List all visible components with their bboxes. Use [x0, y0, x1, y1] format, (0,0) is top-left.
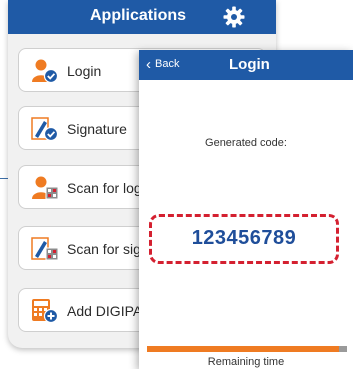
otp-code: 123456789	[191, 227, 297, 249]
login-title: Login	[229, 56, 270, 73]
user-check-icon	[32, 59, 59, 84]
app-scan-login-label: Scan for logi	[67, 180, 145, 196]
remaining-time-label: Remaining time	[207, 356, 285, 368]
remaining-time-bar	[147, 346, 347, 352]
remaining-time-fill	[147, 346, 339, 352]
user-scan-icon	[32, 176, 59, 200]
chevron-left-icon: ‹	[146, 56, 151, 73]
generated-code-label: Generated code:	[205, 137, 287, 149]
app-login-label: Login	[67, 63, 102, 79]
back-label: Back	[155, 58, 180, 70]
pen-scan-icon	[31, 237, 59, 261]
login-code-screen: ‹ Back Login Generated code: 123456789 R…	[139, 50, 353, 369]
app-signature-label: Signature	[67, 121, 127, 137]
pen-check-icon	[31, 117, 59, 142]
gear-icon[interactable]	[222, 5, 246, 29]
applications-title: Applications	[90, 7, 187, 24]
calculator-add-icon	[32, 299, 59, 324]
app-scan-signature-label: Scan for sigr	[67, 241, 146, 257]
code-highlight: 123456789	[149, 214, 339, 264]
login-header: ‹ Back Login	[139, 50, 353, 80]
applications-header: Applications	[8, 0, 276, 34]
